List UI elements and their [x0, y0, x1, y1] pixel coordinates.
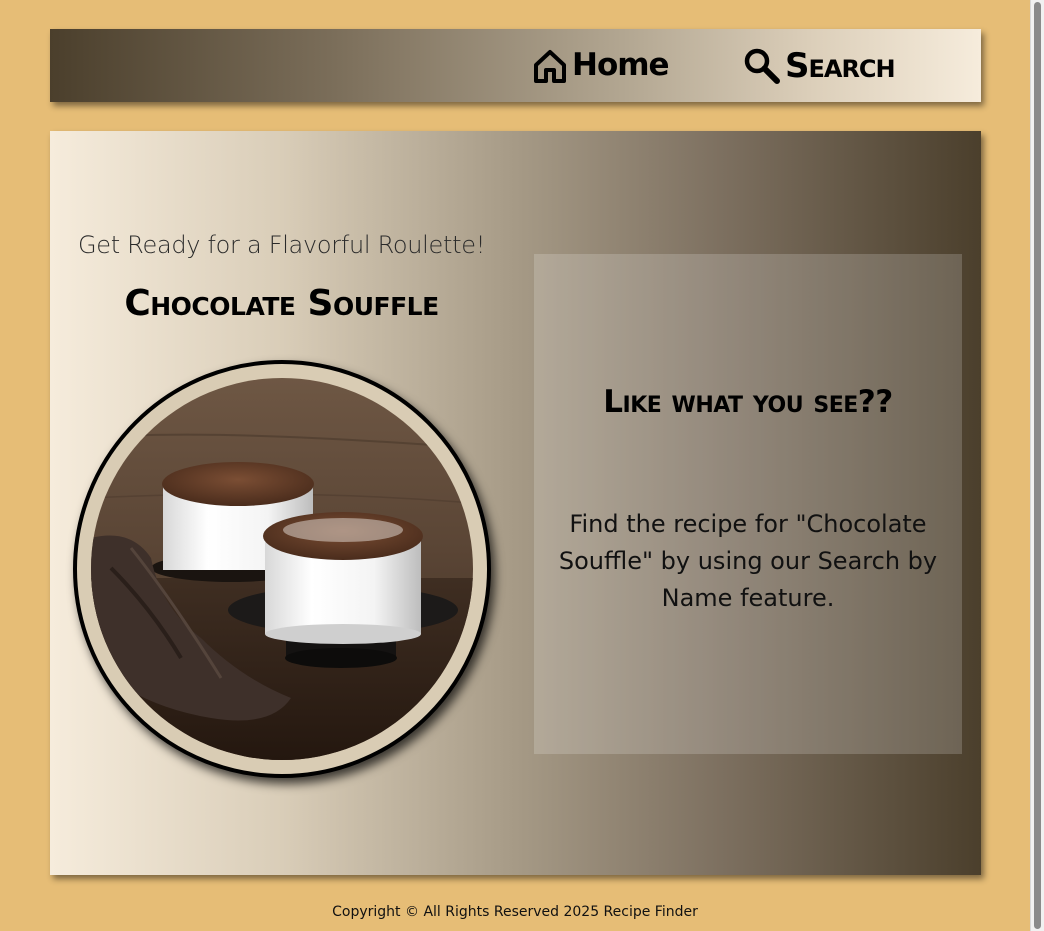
recipe-photo-frame	[73, 360, 491, 778]
recipe-title: Chocolate Souffle	[124, 283, 439, 324]
info-text: Find the recipe for "Chocolate Souffle" …	[558, 510, 938, 612]
page-scrollbar[interactable]	[1030, 0, 1044, 931]
scrollbar-thumb[interactable]	[1034, 2, 1041, 929]
recipe-photo	[91, 378, 473, 760]
info-heading: Like what you see??	[603, 384, 893, 420]
home-icon	[532, 48, 568, 84]
navbar: Home Search	[50, 29, 981, 102]
recipe-card: Get Ready for a Flavorful Roulette! Choc…	[50, 131, 981, 875]
nav-home-link[interactable]: Home	[532, 29, 670, 102]
search-icon	[743, 47, 781, 85]
nav-search-link[interactable]: Search	[743, 29, 896, 102]
nav-home-label: Home	[572, 47, 670, 83]
nav-search-label: Search	[785, 45, 896, 86]
roulette-tagline: Get Ready for a Flavorful Roulette!	[77, 231, 486, 259]
footer-copyright: Copyright © All Rights Reserved 2025 Rec…	[332, 904, 698, 920]
info-panel: Like what you see?? Find the recipe for …	[534, 254, 962, 754]
